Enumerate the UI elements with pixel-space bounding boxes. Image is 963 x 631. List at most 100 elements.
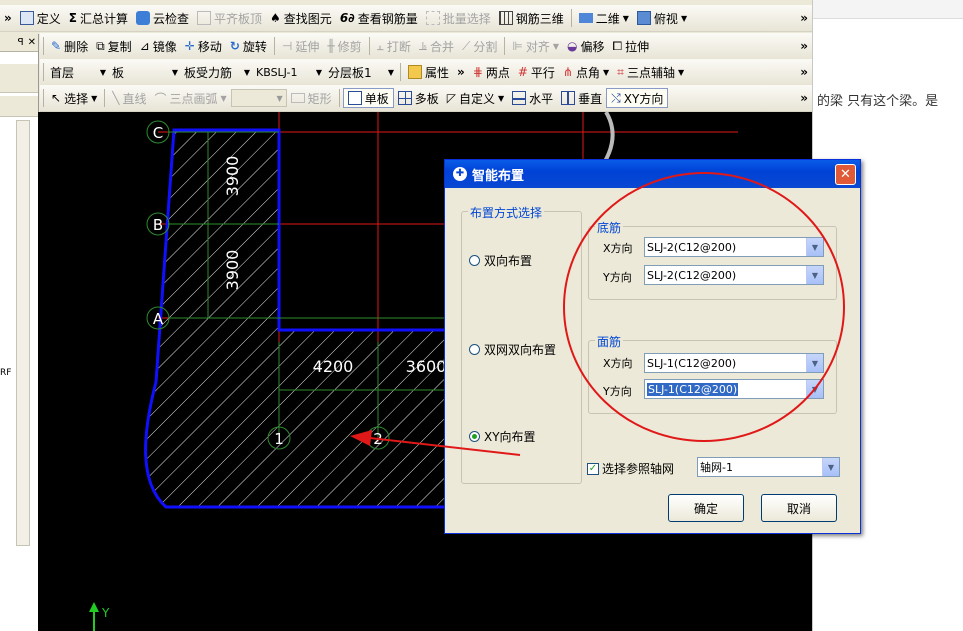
properties-button[interactable]: 属性 [404, 62, 453, 82]
bottom-x-select[interactable]: SLJ-2(C12@200) ▼ [644, 237, 824, 257]
chevron-down-icon: ▼ [315, 67, 322, 77]
ok-button[interactable]: 确定 [668, 494, 744, 522]
dialog-title: 智能布置 [472, 168, 525, 184]
view-rebar-qty-button[interactable]: 6∂ 查看钢筋量 [336, 8, 422, 28]
toolbar-element: 首层 ▼ 板 ▼ 板受力筋 ▼ KBSLJ-1 ▼ 分层板1 ▼ 属性 » ⋕ 两点 # 平行… [40, 59, 812, 86]
toolbar-overflow-right[interactable]: » [796, 11, 812, 25]
define-button[interactable]: 定义 [16, 8, 65, 28]
eraser-icon: ✎ [51, 39, 62, 53]
toolbar-overflow[interactable]: » [453, 65, 469, 79]
xy-direction-icon: ⤭ [611, 90, 621, 105]
toolbar-overflow-right[interactable]: » [796, 91, 812, 105]
axis-label-c: C [153, 124, 163, 142]
rotate-button[interactable]: ↻ 旋转 [226, 36, 271, 56]
flat-top-button[interactable]: 平齐板顶 [193, 8, 266, 28]
toolbar-overflow-right[interactable]: » [796, 39, 812, 53]
batch-select-button[interactable]: 批量选择 [422, 8, 495, 28]
rect-icon [290, 93, 305, 103]
merge-icon: ⫡ [418, 38, 427, 53]
toolbar-overflow-left[interactable]: » [0, 11, 16, 25]
draw-option-select[interactable]: ▼ [230, 89, 287, 107]
chevron-down-icon: ▼ [552, 41, 559, 51]
three-point-axis-dropdown[interactable]: ⌗ 三点辅轴 ▼ [613, 62, 688, 82]
point-angle-dropdown[interactable]: ⋔ 点角 ▼ [559, 62, 613, 82]
extend-button[interactable]: ⊣ 延伸 [278, 36, 323, 56]
floor-select[interactable]: 首层 ▼ [47, 63, 109, 81]
move-button[interactable]: ✛ 移动 [181, 36, 226, 56]
vertical-button[interactable]: 垂直 [557, 88, 606, 108]
align-dropdown[interactable]: ⊫ 对齐 ▼ [508, 36, 563, 56]
reference-axis-checkbox[interactable]: ✓ 选择参照轴网 [587, 460, 674, 477]
view-2d-dropdown[interactable]: 二维 ▼ [575, 8, 633, 28]
close-icon[interactable]: ✕ [835, 164, 856, 185]
dialog-titlebar[interactable]: ✚ 智能布置 [445, 160, 860, 188]
batch-select-icon [425, 11, 440, 25]
sum-calc-button[interactable]: Σ 汇总计算 [65, 8, 132, 28]
reference-axis-select[interactable]: 轴网-1 ▼ [697, 457, 840, 477]
toolbar-separator [570, 9, 572, 27]
parallel-button[interactable]: # 平行 [514, 62, 559, 82]
rebar-3d-button[interactable]: 钢筋三维 [495, 8, 568, 28]
view-mode-dropdown[interactable]: 俯视 ▼ [633, 8, 691, 28]
single-slab-button[interactable]: 单板 [342, 88, 394, 108]
split-button[interactable]: ⟋ 分割 [458, 36, 501, 56]
top-x-select[interactable]: SLJ-1(C12@200) ▼ [644, 353, 824, 373]
toolbar-separator [104, 89, 106, 107]
left-panel-text: RF [0, 368, 12, 378]
layer-select[interactable]: 分层板1 ▼ [325, 63, 397, 81]
arc-dropdown[interactable]: ⌒ 三点画弧 ▼ [150, 88, 230, 108]
mirror-icon: ⊿ [139, 39, 150, 53]
single-slab-icon [347, 91, 362, 105]
chevron-down-icon: ▼ [603, 67, 610, 77]
copy-button[interactable]: ⧉ 复制 [92, 36, 136, 56]
rotate-icon: ↻ [229, 39, 240, 53]
radio-bidirectional[interactable]: 双向布置 [469, 252, 532, 269]
bottom-y-label: Y方向 [603, 271, 632, 284]
binoculars-icon: ♠ [270, 11, 281, 25]
merge-button[interactable]: ⫡ 合并 [415, 36, 458, 56]
radio-xy-direction[interactable]: XY向布置 [469, 428, 536, 445]
top-y-select[interactable]: SLJ-1(C12@200) ▼ [644, 379, 824, 399]
horizontal-button[interactable]: 水平 [508, 88, 557, 108]
rebar-3d-icon [498, 11, 513, 25]
mirror-button[interactable]: ⊿ 镜像 [136, 36, 181, 56]
find-element-button[interactable]: ♠ 查找图元 [266, 8, 336, 28]
parallel-icon: # [517, 65, 528, 79]
offset-button[interactable]: ◒ 偏移 [563, 36, 609, 56]
split-icon: ⟋ [461, 38, 471, 53]
toolbar-overflow-right[interactable]: » [796, 65, 812, 79]
element-type-select[interactable]: 板受力筋 ▼ [181, 63, 253, 81]
radio-double-net[interactable]: 双网双向布置 [469, 341, 556, 358]
stretch-button[interactable]: ⧠ 拉伸 [609, 36, 654, 56]
category-select[interactable]: 板 ▼ [109, 63, 181, 81]
bottom-y-select[interactable]: SLJ-2(C12@200) ▼ [644, 265, 824, 285]
y-axis-indicator: Y [89, 602, 110, 631]
cursor-icon: ↖ [51, 91, 62, 105]
left-panel-scrollbar[interactable] [16, 120, 30, 546]
dimension-label: 3600 [406, 357, 447, 376]
cancel-button[interactable]: 取消 [761, 494, 837, 522]
cloud-check-button[interactable]: 云检查 [132, 8, 193, 28]
xy-direction-button[interactable]: ⤭ XY方向 [606, 88, 669, 108]
trim-button[interactable]: ╫ 修剪 [323, 36, 365, 56]
align-icon: ⊫ [512, 39, 523, 53]
radio-dot-selected [469, 431, 480, 442]
toolbar-edit: ✎ 删除 ⧉ 复制 ⊿ 镜像 ✛ 移动 ↻ 旋转 ⊣ 延伸 ╫ 修剪 ⫠ 打断 ⫡ 合并 ⟋ 分割 … [40, 33, 812, 60]
element-name-select[interactable]: KBSLJ-1 ▼ [253, 63, 325, 81]
line-button[interactable]: ╲ 直线 [108, 88, 150, 108]
break-button[interactable]: ⫠ 打断 [373, 36, 415, 56]
select-dropdown[interactable]: ↖ 选择 ▼ [47, 88, 101, 108]
top-y-label: Y方向 [603, 385, 632, 398]
rebar-qty-icon: 6∂ [339, 11, 355, 25]
rect-button[interactable]: 矩形 [287, 88, 336, 108]
close-icon[interactable]: ✕ [28, 37, 36, 48]
view-2d-icon [578, 13, 593, 23]
axis-label-2: 2 [373, 430, 383, 448]
left-panel: ꟼ ✕ RF [0, 34, 39, 631]
custom-dropdown[interactable]: ◸ 自定义 ▼ [443, 88, 508, 108]
chevron-down-icon: ▼ [99, 67, 106, 77]
delete-button[interactable]: ✎ 删除 [47, 36, 92, 56]
pin-icon[interactable]: ꟼ [18, 37, 24, 48]
multi-slab-button[interactable]: 多板 [394, 88, 443, 108]
two-points-button[interactable]: ⋕ 两点 [469, 62, 514, 82]
